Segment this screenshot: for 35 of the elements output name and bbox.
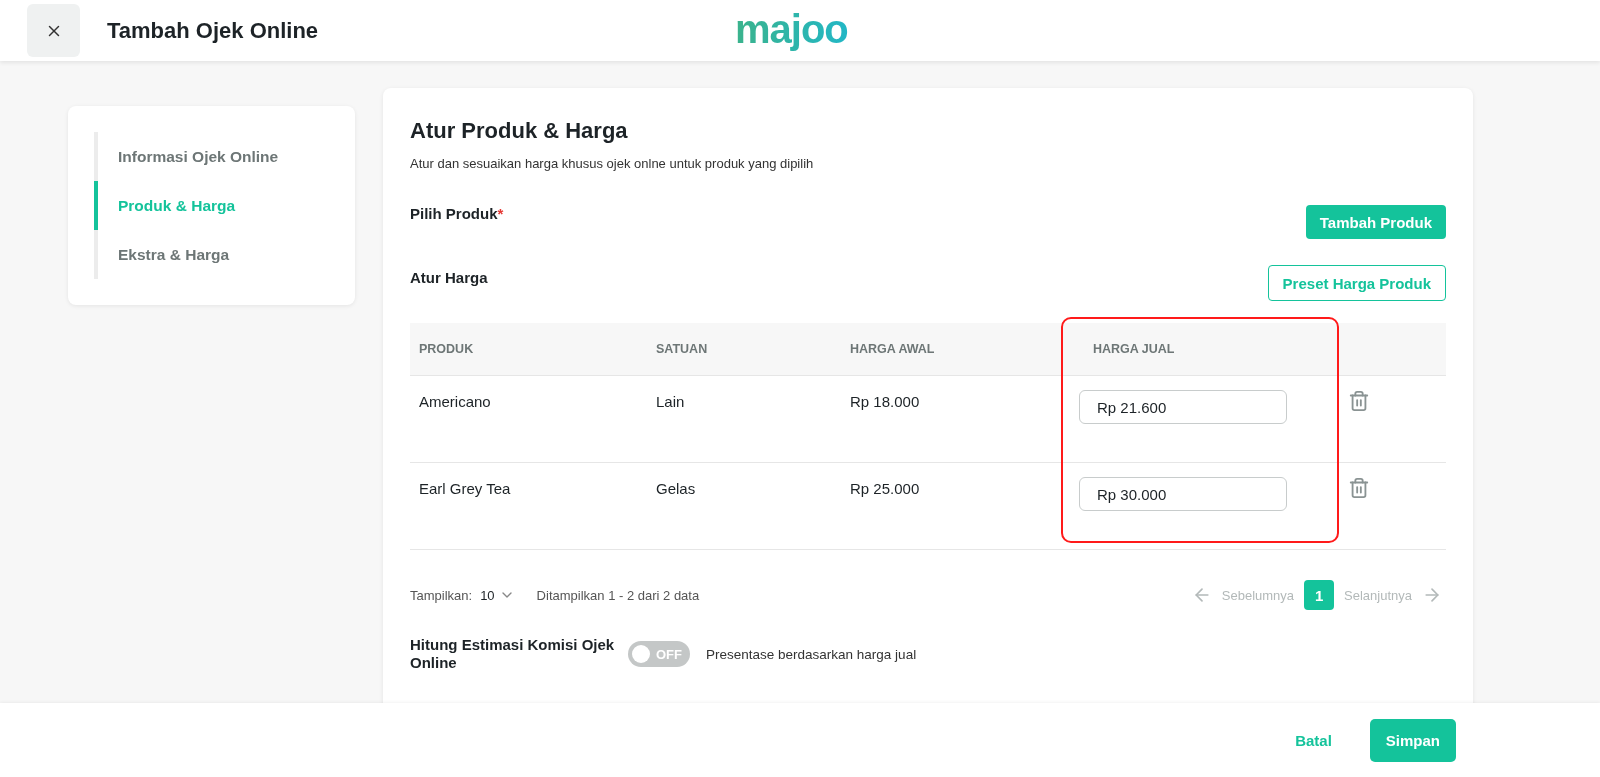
price-input-field[interactable]: Rp 21.600 — [1079, 390, 1287, 424]
page-size-label: Tampilkan: — [410, 587, 473, 603]
preset-price-button[interactable]: Preset Harga Produk — [1267, 265, 1446, 301]
section-subtitle: Atur dan sesuaikan harga khusus ojek onlne untuk produk yang dipilih — [410, 156, 815, 171]
table-cell-text: Americano — [418, 392, 492, 410]
field-label: Atur Harga — [410, 269, 488, 286]
table-cell-text: Lain — [655, 392, 686, 410]
table-cell-text: Rp 18.000 — [849, 392, 921, 410]
column-header: PRODUK — [418, 342, 475, 356]
delete-button[interactable] — [1348, 390, 1370, 414]
cancel-button[interactable]: Batal — [1277, 719, 1350, 761]
trash-icon — [1348, 390, 1370, 412]
delete-button[interactable] — [1348, 477, 1370, 501]
table-cell-text: Gelas — [655, 479, 697, 497]
commission-label: Hitung Estimasi Komisi Ojek Online — [410, 636, 616, 672]
sidebar-item[interactable]: Produk & Harga — [94, 181, 355, 230]
page-size-select[interactable]: 10 — [480, 587, 515, 603]
trash-icon — [1348, 477, 1370, 499]
commission-description: Presentase berdasarkan harga jual — [706, 646, 917, 662]
column-header: SATUAN — [655, 342, 709, 356]
sidebar-item[interactable]: Informasi Ojek Online — [94, 132, 355, 181]
price-input-field[interactable]: Rp 30.000 — [1079, 477, 1287, 511]
results-summary: Ditampilkan 1 - 2 dari 2 data — [536, 587, 700, 603]
column-header: HARGA AWAL — [849, 342, 936, 356]
page-title: Tambah Ojek Online — [107, 17, 319, 44]
sidebar-item[interactable]: Ekstra & Harga — [94, 230, 355, 279]
save-button[interactable]: Simpan — [1369, 718, 1456, 762]
table-cell-text: Rp 25.000 — [849, 479, 921, 497]
column-header: HARGA JUAL — [1092, 342, 1176, 356]
field-label: Pilih Produk* — [410, 205, 504, 222]
table-cell-text: Earl Grey Tea — [418, 479, 512, 497]
add-product-button[interactable]: Tambah Produk — [1305, 205, 1446, 239]
section-title: Atur Produk & Harga — [410, 118, 629, 144]
commission-toggle[interactable]: OFF — [628, 641, 690, 667]
page-number[interactable]: 1 — [1304, 580, 1335, 610]
